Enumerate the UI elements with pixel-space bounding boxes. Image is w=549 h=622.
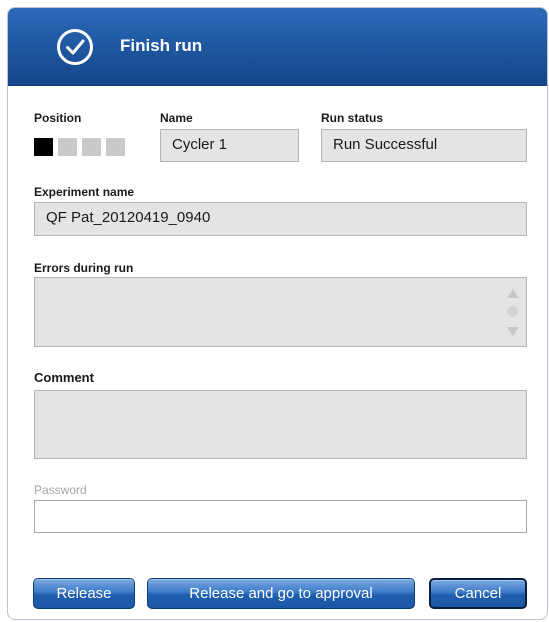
comment-label: Comment xyxy=(34,370,94,385)
experiment-name-label: Experiment name xyxy=(34,185,135,199)
position-slot-1 xyxy=(34,138,53,156)
name-label: Name xyxy=(160,111,193,125)
comment-field[interactable] xyxy=(34,390,527,459)
position-slot-4 xyxy=(106,138,125,156)
dialog-titlebar: Finish run xyxy=(8,8,547,86)
position-slot-2 xyxy=(58,138,77,156)
position-slot-3 xyxy=(82,138,101,156)
run-status-field: Run Successful xyxy=(321,129,527,162)
errors-field xyxy=(34,277,527,347)
position-label: Position xyxy=(34,111,82,125)
scroll-thumb[interactable] xyxy=(507,306,518,317)
checkmark-circle-icon xyxy=(57,29,93,65)
password-field[interactable] xyxy=(34,500,527,533)
dialog-title: Finish run xyxy=(120,36,203,55)
password-label: Password xyxy=(34,483,87,497)
release-and-approve-button[interactable]: Release and go to approval xyxy=(147,578,415,609)
experiment-name-field: QF Pat_20120419_0940 xyxy=(34,202,527,236)
finish-run-dialog: Finish run Position Name Cycler 1 Run st… xyxy=(7,7,548,620)
scroll-up-icon[interactable] xyxy=(507,289,519,298)
cancel-button[interactable]: Cancel xyxy=(429,578,527,609)
scroll-down-icon[interactable] xyxy=(507,327,519,336)
release-button[interactable]: Release xyxy=(33,578,135,609)
run-status-label: Run status xyxy=(321,111,384,125)
errors-label: Errors during run xyxy=(34,261,134,275)
name-field: Cycler 1 xyxy=(160,129,299,162)
